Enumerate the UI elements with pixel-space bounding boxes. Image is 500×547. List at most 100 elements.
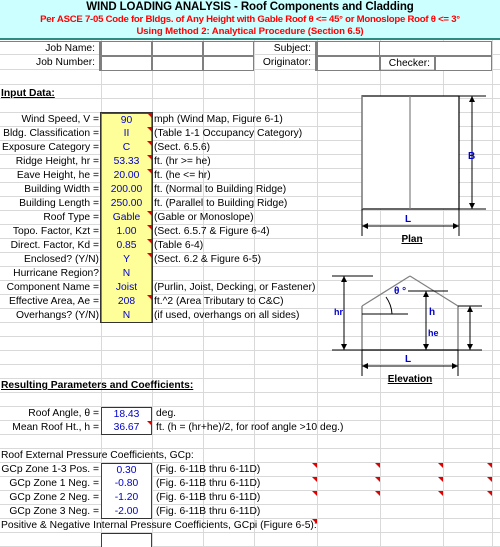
- input-label-9: Direct. Factor, Kd =: [10, 240, 99, 251]
- input-label-11: Hurricane Region?: [13, 268, 99, 279]
- input-value-effective-area[interactable]: 208: [101, 295, 152, 309]
- originator-label: Originator:: [254, 56, 317, 71]
- result-label-roof-angle: Roof Angle, θ =: [28, 408, 99, 419]
- input-label-2: Exposure Category =: [1, 142, 99, 153]
- input-value-hurricane-region[interactable]: N: [101, 267, 152, 281]
- comment-marker-icon: [312, 519, 317, 524]
- input-value-ridge-height[interactable]: 53.33: [101, 155, 152, 169]
- input-label-1: Bldg. Classification =: [3, 128, 99, 139]
- input-data-heading: Input Data:: [1, 88, 55, 99]
- gcp-label-3: GCp Zone 3 Neg. =: [9, 506, 99, 517]
- comment-marker-icon: [312, 491, 317, 496]
- elevation-figure: [330, 258, 500, 376]
- page-title: WIND LOADING ANALYSIS - Roof Components …: [86, 1, 414, 13]
- input-value-direct-factor[interactable]: 0.85: [101, 239, 152, 253]
- input-note-3: ft. (hr >= he): [154, 156, 211, 167]
- input-label-12: Component Name =: [6, 282, 99, 293]
- comment-marker-icon: [487, 477, 492, 482]
- input-label-14: Overhangs? (Y/N): [16, 310, 99, 321]
- input-label-7: Roof Type =: [43, 212, 99, 223]
- result-note-roof-angle: deg.: [156, 408, 177, 419]
- gcp-label-2: GCp Zone 2 Neg. =: [9, 492, 99, 503]
- gcpi-value-partial: [101, 533, 152, 547]
- comment-marker-icon: [312, 463, 317, 468]
- elevation-angle-label: θ °: [394, 286, 407, 297]
- input-note-0: mph (Wind Map, Figure 6-1): [154, 114, 283, 125]
- job-number-input[interactable]: [101, 56, 152, 71]
- input-note-12: (Purlin, Joist, Decking, or Fastener): [154, 282, 316, 293]
- checker-input[interactable]: [435, 56, 492, 71]
- comment-marker-icon: [375, 463, 380, 468]
- gcp-value-zone-3-neg: -2.00: [101, 505, 152, 519]
- subject-input-2[interactable]: [380, 41, 492, 56]
- input-label-10: Enclosed? (Y/N): [24, 254, 99, 265]
- job-number-label: Job Number:: [0, 56, 101, 71]
- gcp-label-0: GCp Zone 1-3 Pos. =: [1, 464, 99, 475]
- comment-marker-icon: [147, 127, 152, 132]
- job-name-input-2[interactable]: [152, 41, 203, 56]
- input-value-topo-factor[interactable]: 1.00: [101, 225, 152, 239]
- input-note-1: (Table 1-1 Occupancy Category): [154, 128, 303, 139]
- comment-marker-icon: [312, 477, 317, 482]
- plan-figure: [330, 90, 500, 236]
- input-value-component-name[interactable]: Joist: [101, 281, 152, 295]
- input-note-9: (Table 6-4): [154, 240, 204, 251]
- result-label-mean-roof-ht: Mean Roof Ht., h =: [12, 422, 99, 433]
- input-value-overhangs[interactable]: N: [101, 309, 152, 323]
- gcp-value-zone-1-3-pos: 0.30: [101, 463, 152, 477]
- input-label-8: Topo. Factor, Kzt =: [12, 226, 99, 237]
- input-label-0: Wind Speed, V =: [21, 114, 99, 125]
- input-note-7: (Gable or Monoslope): [154, 212, 254, 223]
- input-value-enclosed[interactable]: Y: [101, 253, 152, 267]
- title-block: WIND LOADING ANALYSIS - Roof Components …: [0, 0, 500, 40]
- input-value-wind-speed[interactable]: 90: [101, 113, 152, 127]
- input-note-4: ft. (he <= hr): [154, 170, 211, 181]
- job-number-input-2[interactable]: [152, 56, 203, 71]
- input-note-10: (Sect. 6.2 & Figure 6-5): [154, 254, 262, 265]
- gcp-note-3: (Fig. 6-11B thru 6-11D): [156, 506, 261, 517]
- comment-marker-icon: [438, 463, 443, 468]
- elevation-dim-he-label: he: [428, 328, 439, 338]
- input-label-3: Ridge Height, hr =: [15, 156, 99, 167]
- gcp-heading: Roof External Pressure Coefficients, GCp…: [1, 450, 194, 461]
- input-note-5: ft. (Normal to Building Ridge): [154, 184, 287, 195]
- results-heading: Resulting Parameters and Coefficients:: [1, 380, 194, 391]
- gcpi-heading: Positive & Negative Internal Pressure Co…: [1, 520, 317, 531]
- comment-marker-icon: [147, 239, 152, 244]
- gcp-value-zone-1-neg: -0.80: [101, 477, 152, 491]
- gcp-label-1: GCp Zone 1 Neg. =: [9, 478, 99, 489]
- input-value-roof-type[interactable]: Gable: [101, 211, 152, 225]
- input-note-2: (Sect. 6.5.6): [154, 142, 211, 153]
- comment-marker-icon: [147, 211, 152, 216]
- input-value-building-width[interactable]: 200.00: [101, 183, 152, 197]
- comment-marker-icon: [147, 141, 152, 146]
- result-note-mean-roof-ht: ft. (h = (hr+he)/2, for roof angle >10 d…: [156, 422, 344, 433]
- job-name-input[interactable]: [101, 41, 152, 56]
- comment-marker-icon: [147, 295, 152, 300]
- comment-marker-icon: [375, 477, 380, 482]
- input-note-6: ft. (Parallel to Building Ridge): [154, 198, 288, 209]
- subject-input[interactable]: [317, 41, 380, 56]
- result-value-mean-roof-ht: 36.67: [101, 421, 152, 435]
- elevation-dim-l-label: L: [405, 354, 412, 365]
- input-note-13: ft.^2 (Area Tributary to C&C): [154, 296, 284, 307]
- comment-marker-icon: [487, 491, 492, 496]
- plan-dim-b-label: B: [468, 151, 476, 162]
- gcp-value-zone-2-neg: -1.20: [101, 491, 152, 505]
- comment-marker-icon: [147, 169, 152, 174]
- spreadsheet-sheet: WIND LOADING ANALYSIS - Roof Components …: [0, 0, 500, 547]
- job-number-input-3[interactable]: [203, 56, 254, 71]
- input-value-bldg-classification[interactable]: II: [101, 127, 152, 141]
- job-name-input-3[interactable]: [203, 41, 254, 56]
- originator-input[interactable]: [317, 56, 380, 71]
- checker-label: Checker:: [380, 56, 435, 71]
- gcp-note-1: (Fig. 6-11B thru 6-11D): [156, 478, 261, 489]
- input-value-building-length[interactable]: 250.00: [101, 197, 152, 211]
- input-value-eave-height[interactable]: 20.00: [101, 169, 152, 183]
- job-name-label: Job Name:: [0, 41, 101, 56]
- input-label-4: Eave Height, he =: [16, 170, 99, 181]
- input-value-exposure-category[interactable]: C: [101, 141, 152, 155]
- plan-dim-l-label: L: [405, 214, 412, 225]
- subject-label: Subject:: [254, 41, 317, 56]
- elevation-dim-h-label: h: [429, 307, 436, 318]
